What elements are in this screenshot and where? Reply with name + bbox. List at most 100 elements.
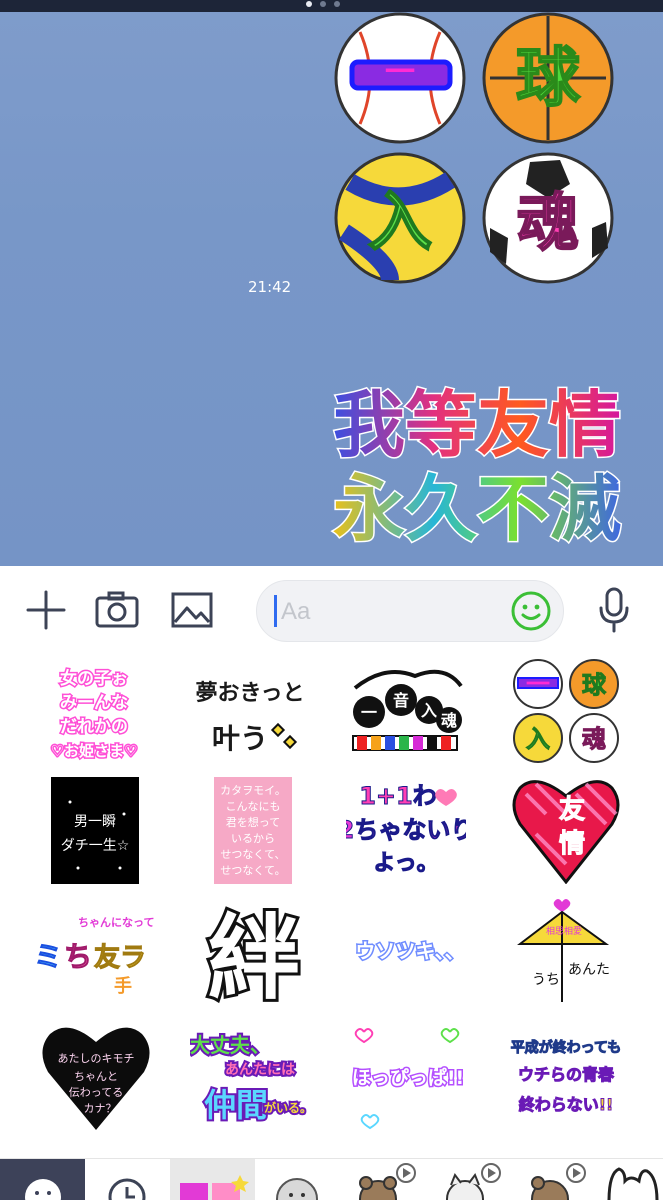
sticker-text: だれかの (60, 717, 128, 737)
sticker-text: せつなくて。 (220, 864, 285, 877)
sticker-kataomoi[interactable]: カタヲモイ。 こんなにも 君を想って いるから せつなくて、 せつなくて。 (194, 774, 314, 885)
sticker-text: 入 (526, 725, 550, 753)
sticker-one-plus-one[interactable]: 1+1わ 2ちゃないり よっ。 (337, 774, 475, 884)
page-dot-active (306, 1, 312, 7)
sticker-text: 伝わってる (69, 1086, 123, 1099)
sticker-ai-ai-gasa[interactable]: 相思相愛 うち あんた (506, 894, 626, 1004)
sticker-text: 魂 (517, 186, 579, 259)
sticker-text: 魂 (582, 725, 606, 753)
sticker-pack-1-icon (180, 1175, 249, 1200)
sticker-text: 入 (368, 186, 432, 260)
message-placeholder: Aa (281, 598, 311, 625)
sticker-text: ウソツキ、、 (355, 939, 464, 963)
tab-sticker-pack-6[interactable] (595, 1159, 663, 1200)
sticker-text: 一 (361, 703, 377, 722)
sticker-pack-4-icon (446, 1163, 501, 1200)
sticker-otoko-isshun[interactable]: 男一瞬 ダチ一生☆ (34, 774, 154, 885)
sticker-text: いるから (231, 832, 275, 845)
sticker-text: よっ。 (373, 851, 438, 876)
sticker-text: 仲間 (204, 1086, 268, 1124)
sticker-atashi-no-kimochi[interactable]: あたしのキモチ ちゃんと 伝わってる カナ？ (36, 1022, 156, 1132)
page-dot (320, 1, 326, 7)
sticker-text: 一 (385, 55, 415, 90)
sticker-text: 友ラ (94, 943, 146, 973)
emoji-icon[interactable] (510, 590, 552, 632)
image-icon[interactable] (170, 588, 214, 632)
sticker-heisei[interactable]: 平成が終わっても ウチらの青春 終わらない!! (506, 1022, 626, 1132)
tab-recent[interactable] (85, 1159, 170, 1200)
sent-sticker-yujo[interactable]: 我等友情 永久不滅 (312, 372, 642, 560)
clock-icon (108, 1178, 146, 1200)
sticker-text: ミ (34, 940, 62, 973)
sticker-text: がいる。 (264, 1100, 310, 1115)
sticker-text: 魂 (441, 711, 457, 730)
tab-sticker-pack-2[interactable] (255, 1159, 340, 1200)
sticker-nakama[interactable]: 大丈夫、 あんたには 仲間 がいる。 (188, 1022, 314, 1132)
sticker-text: あんたには (225, 1062, 295, 1078)
sticker-text: せつなくて、 (220, 848, 285, 861)
tab-sticker-pack-3[interactable] (340, 1159, 425, 1200)
sticker-text: カナ？ (84, 1102, 117, 1115)
sticker-text: 1+1わ (359, 782, 437, 810)
sticker-onnanoko[interactable]: 女の子ぉ みーんな だれかの ♡お姫さま♡ (34, 658, 154, 768)
sticker-text: 終わらない!! (519, 1095, 614, 1114)
sticker-kizuna[interactable]: 絆 (194, 894, 314, 1015)
sticker-text: 永久不滅 (333, 467, 621, 551)
sticker-text: 手 (114, 975, 132, 997)
sticker-grid: 女の子ぉ みーんな だれかの ♡お姫さま♡ 夢おきっと 叶う 一 音 入 魂 一… (0, 656, 663, 1156)
sticker-pack-6-icon (607, 1167, 659, 1200)
sticker-yume-kanau[interactable]: 夢おきっと 叶う (190, 658, 310, 768)
sticker-text: 叶う (212, 722, 268, 755)
sticker-text: ちゃんになっても (78, 916, 154, 929)
chat-area: 21:42 一 球 入 魂 我等友情 永久不滅 (0, 0, 663, 566)
sticker-text: 一 (526, 670, 550, 698)
sticker-text: おばぁ (34, 915, 73, 930)
sticker-text: あたしのキモチ (58, 1052, 135, 1065)
sticker-usotsuki[interactable]: ウソツキ、、 (350, 894, 470, 1004)
sticker-tab-bar (0, 1158, 663, 1200)
tab-emoji[interactable] (0, 1159, 85, 1200)
sticker-text: 球 (516, 42, 581, 116)
sticker-text: 大丈夫、 (190, 1033, 270, 1057)
sticker-happiness[interactable]: ほっぴっぱ!! (350, 1022, 470, 1132)
sticker-text: 君を想って (226, 815, 280, 829)
sticker-pack-5-icon (531, 1163, 586, 1200)
sticker-text: ♡お姫さま♡ (51, 742, 138, 760)
tab-sticker-pack-5[interactable] (510, 1159, 595, 1200)
sticker-text: 球 (582, 671, 607, 699)
sticker-text: ほっぴっぱ!! (352, 1066, 464, 1089)
sent-sticker-ikkyu-nyukon[interactable]: 一 球 入 魂 (330, 12, 622, 294)
sticker-text: 夢おきっと (195, 681, 304, 706)
tab-sticker-pack-1[interactable] (170, 1159, 255, 1200)
sticker-text: 女の子ぉ (60, 668, 128, 689)
sticker-text: 入 (421, 701, 437, 720)
text-caret (274, 595, 277, 627)
message-timestamp: 21:42 (248, 278, 292, 296)
sticker-ikkyu-nyukon[interactable]: 一 球 入 魂 (506, 656, 626, 766)
sticker-obaachan[interactable]: おばぁ ちゃんになっても ミ ち 友ラ 手 (34, 894, 165, 1004)
plus-icon[interactable] (24, 588, 68, 632)
sticker-text: こんなにも (226, 800, 281, 813)
page-indicator (306, 0, 340, 8)
tab-sticker-pack-4[interactable] (425, 1159, 510, 1200)
sticker-text: 友 (559, 795, 585, 825)
sticker-text: あんた (568, 962, 610, 978)
sticker-text: ち (64, 940, 92, 973)
sticker-text: 絆 (208, 905, 300, 1004)
sticker-text: うち (532, 972, 560, 988)
sticker-pack-2-icon (276, 1178, 318, 1200)
page-dot (334, 1, 340, 7)
microphone-icon[interactable] (596, 586, 632, 634)
sticker-text: ちゃんと (74, 1070, 118, 1083)
sticker-text: カタヲモイ。 (220, 784, 286, 797)
sticker-text: 相思相愛 (546, 925, 582, 937)
sticker-pack-3-icon (359, 1163, 416, 1200)
sticker-text: 2ちゃないり (346, 816, 466, 844)
camera-icon[interactable] (94, 588, 140, 632)
sticker-text: 情 (559, 829, 585, 859)
sticker-ippon-nyukon[interactable]: 一 音 入 魂 (345, 658, 465, 768)
sticker-yujo-heart[interactable]: 友 情 (506, 774, 626, 885)
sticker-text: 男一瞬 (74, 814, 116, 830)
sticker-text: みーんな (60, 693, 128, 713)
emoji-icon (25, 1179, 61, 1200)
